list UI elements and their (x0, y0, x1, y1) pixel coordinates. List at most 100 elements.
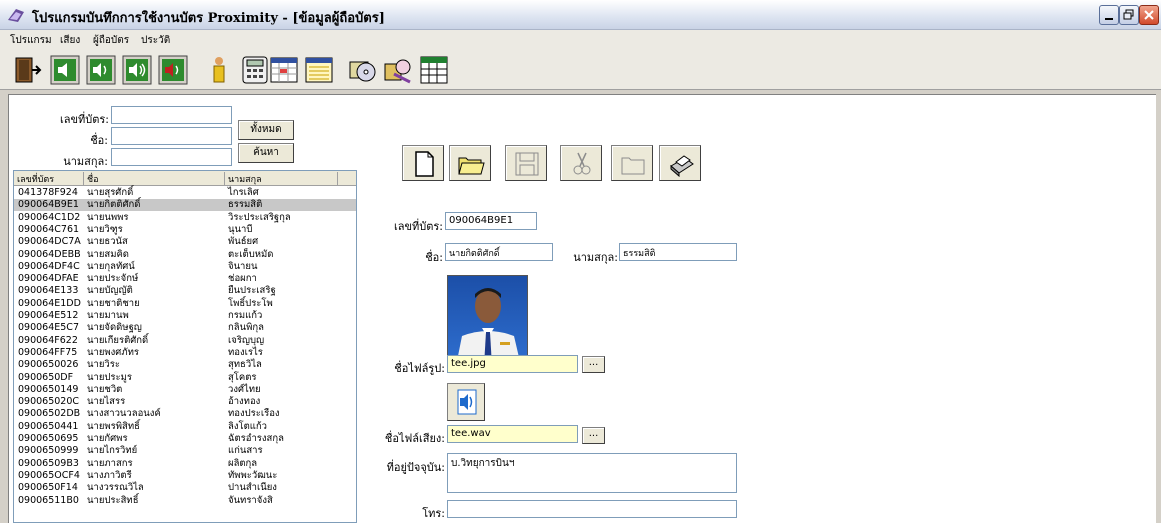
detail-card-label: เลขที่บัตร: (393, 220, 443, 233)
calendar-icon (270, 57, 298, 83)
list-item[interactable]: 090064F622 นายเกียรติศักดิ์ เจริญบุญ (14, 335, 356, 346)
cut-button[interactable] (560, 145, 602, 181)
new-button[interactable] (402, 145, 444, 181)
list-item[interactable]: 090064E133 นายบัญญัติ ยืนประเสริฐ (14, 285, 356, 296)
cell-name: นายประจักษ์ (87, 273, 139, 285)
list-item[interactable]: 09006502DB นางสาวนวลอนงค์ ทองประเรือง (14, 408, 356, 419)
exit-door-icon (15, 57, 42, 83)
search-name-input[interactable] (111, 127, 232, 145)
detail-surname-input[interactable]: ธรรมสิติ (619, 243, 737, 261)
table-button[interactable] (418, 54, 450, 86)
browse-sound-button[interactable]: ... (582, 427, 605, 444)
close-button[interactable] (1139, 5, 1159, 25)
list-item[interactable]: 0900650441 นายพรพิสิทธิ์ ลิงโตแก้ว (14, 421, 356, 432)
sound-2-button[interactable] (85, 54, 117, 86)
cell-card-number: 041378F924 (18, 187, 78, 198)
sound-file-label: ชื่อไฟล์เสียง: (384, 432, 445, 445)
play-sound-button[interactable] (447, 383, 485, 421)
list-item[interactable]: 090064C1D2 นายนพพร วิระประเสริฐกุล (14, 212, 356, 223)
minimize-button[interactable] (1099, 5, 1119, 25)
folder-button[interactable] (611, 145, 653, 181)
cell-surname: นุนาบี (228, 223, 253, 235)
calendar-button[interactable] (268, 54, 300, 86)
sound-3-button[interactable] (121, 54, 153, 86)
show-all-button[interactable]: ทั้งหมด (238, 120, 294, 140)
column-card-number[interactable]: เลขที่บัตร (14, 172, 84, 185)
menu-program[interactable]: โปรแกรม (10, 33, 52, 48)
cell-card-number: 090064F622 (18, 334, 78, 346)
list-item[interactable]: 0900650026 นายวิระ สุทธวิไล (14, 359, 356, 370)
cell-card-number: 090064E5C7 (18, 322, 79, 334)
list-item[interactable]: 0900650149 นายชวิต วงศ์ไทย (14, 384, 356, 395)
list-item[interactable]: 090064E1DD นายชาติชาย โพธิ์ประโพ (14, 298, 356, 309)
restore-button[interactable] (1119, 5, 1139, 25)
save-disk-icon (515, 152, 539, 176)
search-button[interactable]: ค้นหา (238, 143, 294, 163)
search-disk-button[interactable] (382, 54, 414, 86)
app-icon (8, 9, 24, 22)
cell-card-number: 090065020C (18, 396, 80, 408)
list-item[interactable]: 090064C761 นายวิฑูร นุนาบี (14, 224, 356, 235)
cell-name: นายนพพร (87, 211, 129, 223)
list-item[interactable]: 0900650F14 นางวรรณวิไล ปานสำเนียง (14, 482, 356, 493)
list-item[interactable]: 09006511B0 นายประสิทธิ์ จันทราจังสิ (14, 495, 356, 506)
open-folder-icon (458, 157, 485, 175)
cardholder-info-button[interactable] (203, 54, 235, 86)
cell-name: นายวิฑูร (87, 223, 123, 235)
search-surname-input[interactable] (111, 148, 232, 166)
browse-image-button[interactable]: ... (582, 356, 605, 373)
disk-button[interactable] (346, 54, 378, 86)
window-button[interactable] (303, 54, 335, 86)
menu-cardholder[interactable]: ผู้ถือบัตร (93, 33, 129, 48)
list-item[interactable]: 090064FF75 นายพงศภัทร ทองเรไร (14, 347, 356, 358)
list-item[interactable]: 090064DFAE นายประจักษ์ ช่อผกา (14, 273, 356, 284)
list-item[interactable]: 090064B9E1 นายกิตติศักดิ์ ธรรมสิติ (14, 199, 356, 211)
menu-sound[interactable]: เสียง (60, 33, 80, 48)
print-icon (670, 155, 694, 178)
list-item[interactable]: 090064E512 นายมานพ กรมแก้ว (14, 310, 356, 321)
list-item[interactable]: 090064DEBB นายสมคิด ตะเต็บหมัด (14, 249, 356, 260)
column-name[interactable]: ชื่อ (84, 172, 225, 185)
menu-bar: โปรแกรม เสียง ผู้ถือบัตร ประวัติ (0, 30, 1161, 50)
print-button[interactable] (659, 145, 701, 181)
phone-input[interactable] (447, 500, 737, 518)
calculator-button[interactable] (239, 54, 271, 86)
sound-1-button[interactable] (49, 54, 81, 86)
list-item[interactable]: 090064E5C7 นายจัดดิษฐญ กลินพิกุล (14, 322, 356, 333)
detail-card-input[interactable]: 090064B9E1 (445, 212, 537, 230)
cell-surname: ธรรมสิติ (228, 199, 263, 211)
minimize-icon (1105, 18, 1113, 20)
search-disk-icon (384, 59, 411, 84)
cell-name: นายกิตติศักดิ์ (87, 199, 141, 211)
sound-file-input[interactable]: tee.wav (447, 425, 578, 443)
address-textarea[interactable]: บ.วิทยุการบินฯ (447, 453, 737, 493)
list-item[interactable]: 09006509B3 นายภาสกร ผลิตกุล (14, 458, 356, 469)
search-card-label: เลขที่บัตร: (60, 113, 110, 126)
list-item[interactable]: 0900650DF นายประมูร สุโคตร (14, 372, 356, 383)
exit-button[interactable] (10, 54, 42, 86)
sound-4-button[interactable] (157, 54, 189, 86)
detail-name-input[interactable]: นายกิตติศักดิ์ (445, 243, 553, 261)
cell-name: นางภาวิตรี (87, 469, 132, 481)
list-item[interactable]: 0900650695 นายกัศพร ฉัตรอำรงสกุล (14, 433, 356, 444)
list-item[interactable]: 090065020C นายไสรร อ้างทอง (14, 396, 356, 407)
cardholder-list[interactable]: เลขที่บัตร ชื่อ นามสกุล 041378F924 นายสุร… (13, 170, 357, 523)
speaker-4-icon (158, 55, 188, 85)
cell-card-number: 090064FF75 (18, 346, 78, 358)
list-item[interactable]: 041378F924 นายสุรศักดิ์ ไกรเลิศ (14, 187, 356, 198)
list-item[interactable]: 090065OCF4 นางภาวิตรี ทัพพะวัฒนะ (14, 470, 356, 481)
list-item[interactable]: 090064DC7A นายธวนัส พันธ์ยศ (14, 236, 356, 247)
cell-card-number: 090064DC7A (18, 236, 81, 248)
cell-surname: วงศ์ไทย (228, 383, 261, 395)
list-item[interactable]: 0900650999 นายไกรวิทย์ แก่นสาร (14, 445, 356, 456)
open-button[interactable] (449, 145, 491, 181)
column-surname[interactable]: นามสกุล (225, 172, 338, 185)
menu-history[interactable]: ประวัติ (141, 33, 170, 48)
cell-card-number: 09006509B3 (18, 457, 79, 469)
list-item[interactable]: 090064DF4C นายกุลทัศน์ จินายน (14, 261, 356, 272)
save-button[interactable] (505, 145, 547, 181)
image-file-input[interactable]: tee.jpg (447, 355, 578, 373)
cell-name: นายกัศพร (87, 433, 128, 444)
sound-file-icon (457, 389, 477, 415)
search-card-input[interactable] (111, 106, 232, 124)
